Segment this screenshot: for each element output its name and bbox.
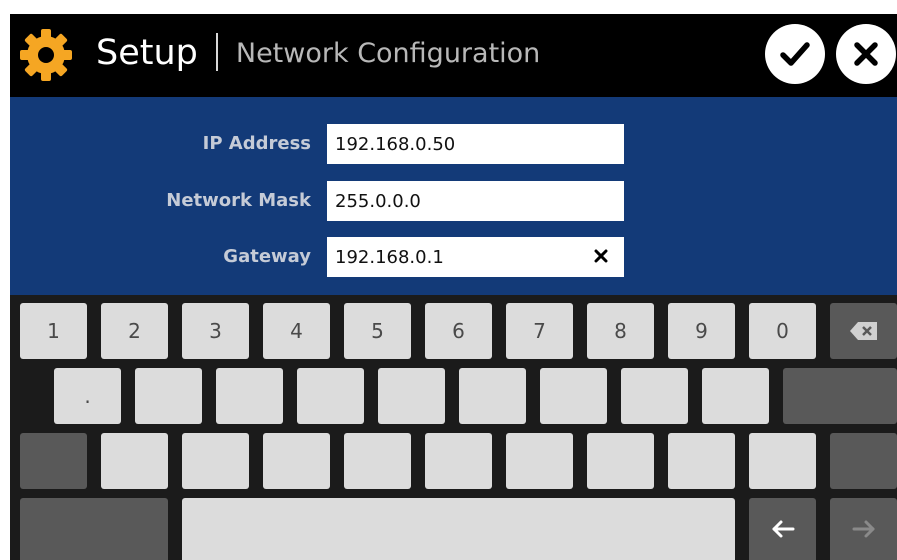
title-text: Setup — [96, 33, 198, 73]
key-2[interactable]: 2 — [101, 303, 168, 359]
key-label: 1 — [47, 319, 60, 343]
gear-icon — [20, 29, 72, 81]
key-6[interactable]: 6 — [425, 303, 492, 359]
cursor-left-key[interactable] — [749, 498, 816, 560]
cancel-button[interactable] — [836, 24, 896, 84]
key-4[interactable]: 4 — [263, 303, 330, 359]
backspace-key[interactable] — [830, 303, 897, 359]
key-blank[interactable] — [621, 368, 688, 424]
key-blank[interactable] — [135, 368, 202, 424]
key-blank[interactable] — [182, 433, 249, 489]
checkmark-icon — [780, 42, 810, 66]
space-bar[interactable] — [182, 498, 735, 560]
key-label: 8 — [614, 319, 627, 343]
enter-key[interactable] — [783, 368, 897, 424]
title-divider — [215, 33, 218, 71]
key-7[interactable]: 7 — [506, 303, 573, 359]
key-1[interactable]: 1 — [20, 303, 87, 359]
confirm-button[interactable] — [765, 24, 825, 84]
shift-key[interactable] — [20, 433, 87, 489]
key-blank[interactable] — [540, 368, 607, 424]
network-form: IP Address Network Mask Gateway — [10, 97, 897, 295]
network-mask-input[interactable] — [327, 181, 585, 221]
key-5[interactable]: 5 — [344, 303, 411, 359]
key-label: 2 — [128, 319, 141, 343]
screen: Setup Network Configuration IP Address Ne… — [10, 14, 897, 560]
cursor-right-key[interactable] — [830, 498, 897, 560]
key-blank[interactable] — [749, 433, 816, 489]
key-label: 5 — [371, 319, 384, 343]
backspace-icon — [849, 322, 877, 340]
gateway-input[interactable] — [327, 237, 585, 277]
key-blank[interactable] — [101, 433, 168, 489]
key-blank[interactable] — [344, 433, 411, 489]
close-icon — [854, 42, 878, 66]
key-3[interactable]: 3 — [182, 303, 249, 359]
key-blank[interactable] — [668, 433, 735, 489]
key-blank[interactable] — [297, 368, 364, 424]
key-label: 4 — [290, 319, 303, 343]
gateway-label: Gateway — [223, 246, 311, 267]
key-blank[interactable] — [506, 433, 573, 489]
key-label: 9 — [695, 319, 708, 343]
ip-address-field-box — [327, 124, 624, 164]
key-label: 3 — [209, 319, 222, 343]
key-blank[interactable] — [263, 433, 330, 489]
on-screen-keyboard: 1 2 3 4 5 6 7 8 9 0 . — [10, 295, 897, 560]
network-mask-row: Network Mask — [10, 181, 897, 221]
ip-address-row: IP Address — [10, 124, 897, 164]
mode-key[interactable] — [20, 498, 168, 560]
header-bar: Setup Network Configuration — [10, 14, 897, 97]
subtitle-text: Network Configuration — [235, 38, 541, 69]
shift-key-right[interactable] — [830, 433, 897, 489]
key-blank[interactable] — [702, 368, 769, 424]
close-icon — [594, 249, 608, 263]
page-title: Setup Network Configuration — [96, 30, 540, 77]
key-blank[interactable] — [378, 368, 445, 424]
gateway-row: Gateway — [10, 237, 897, 277]
key-blank[interactable] — [459, 368, 526, 424]
key-period[interactable]: . — [54, 368, 121, 424]
network-mask-field-box — [327, 181, 624, 221]
gateway-field-box — [327, 237, 624, 277]
key-blank[interactable] — [425, 433, 492, 489]
key-label: . — [84, 384, 91, 408]
arrow-right-icon — [852, 520, 874, 538]
key-8[interactable]: 8 — [587, 303, 654, 359]
key-9[interactable]: 9 — [668, 303, 735, 359]
key-blank[interactable] — [587, 433, 654, 489]
key-label: 6 — [452, 319, 465, 343]
gateway-clear-button[interactable] — [590, 245, 612, 267]
arrow-left-icon — [772, 520, 794, 538]
key-blank[interactable] — [216, 368, 283, 424]
key-label: 7 — [533, 319, 546, 343]
key-label: 0 — [776, 319, 789, 343]
ip-address-input[interactable] — [327, 124, 585, 164]
ip-address-label: IP Address — [202, 133, 311, 154]
network-mask-label: Network Mask — [166, 190, 311, 211]
key-0[interactable]: 0 — [749, 303, 816, 359]
